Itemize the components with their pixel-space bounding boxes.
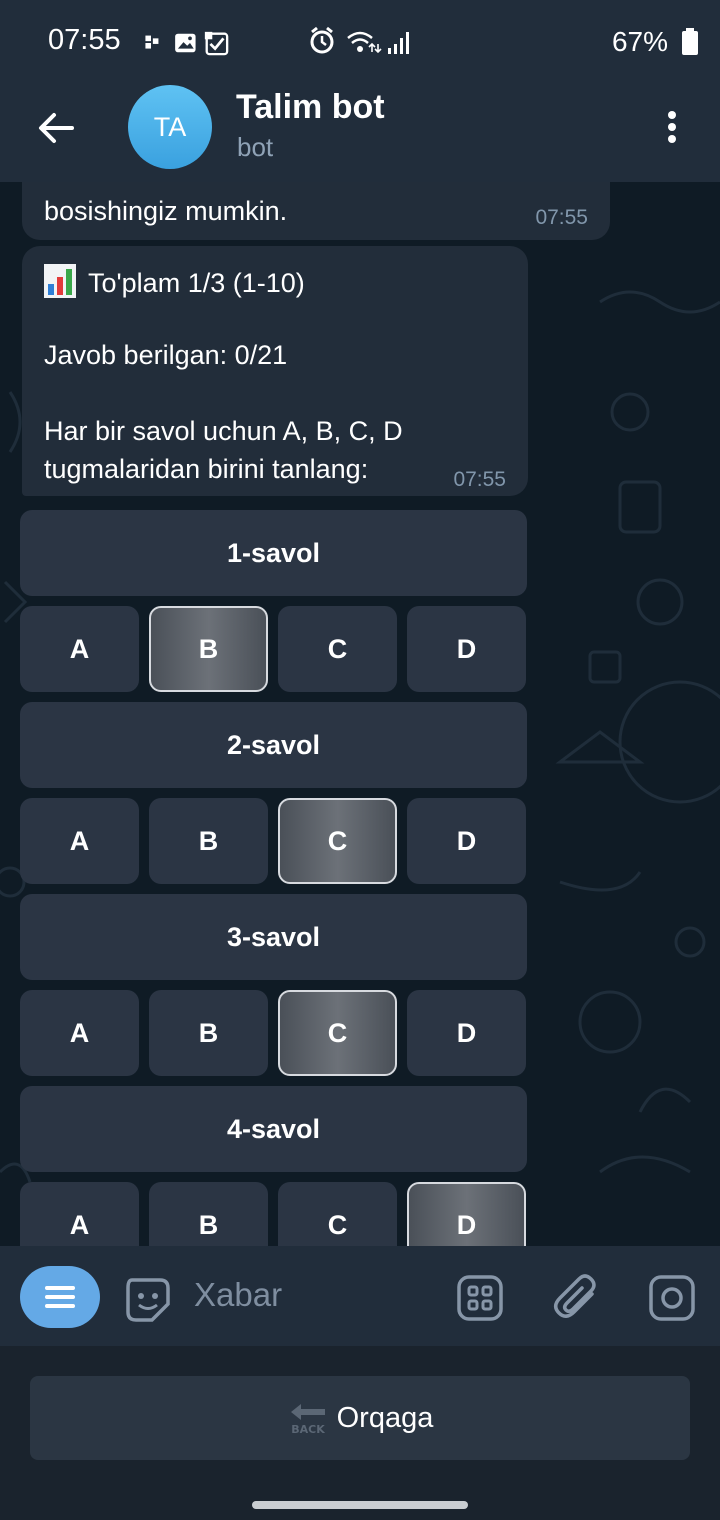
camera-icon[interactable] [648,1274,696,1322]
instruction-line: tugmalaridan birini tanlang: [44,454,369,484]
question-button-4[interactable]: 4-savol [20,1086,527,1172]
battery-icon [682,28,698,55]
message-input[interactable]: Xabar [194,1276,282,1314]
svg-text:BACK: BACK [291,1423,325,1436]
answer-button-2b[interactable]: B [149,798,268,884]
answer-button-1a[interactable]: A [20,606,139,692]
answer-button-4c[interactable]: C [278,1182,397,1246]
checkbox-notification-icon [204,31,229,56]
notification-icons [145,31,229,56]
message-input-bar: Xabar [0,1246,720,1346]
answer-button-3c-selected[interactable]: C [278,990,397,1076]
status-time: 07:55 [48,24,121,56]
answer-button-3d[interactable]: D [407,990,526,1076]
answer-button-2c-selected[interactable]: C [278,798,397,884]
gallery-icon [175,33,196,53]
reply-keyboard: BACK Orqaga [0,1346,720,1492]
bar-chart-icon [44,264,76,298]
message-time: 07:55 [535,206,588,229]
home-gesture-pill[interactable] [252,1501,468,1509]
message-title: To'plam 1/3 (1-10) [88,268,305,298]
back-arrow-emoji-icon: BACK [290,1404,325,1436]
battery-percentage: 67% [611,26,668,57]
answer-button-4b[interactable]: B [149,1182,268,1246]
status-right: 67% [300,24,720,60]
back-arrow-icon[interactable] [34,106,78,150]
hamburger-menu-icon [45,1286,75,1308]
question-button-1[interactable]: 1-savol [20,510,527,596]
answer-button-3b[interactable]: B [149,990,268,1076]
answer-button-4a[interactable]: A [20,1182,139,1246]
wifi-icon [347,31,382,54]
system-status-icons [310,26,409,54]
chat-header: TA Talim bot bot [0,85,720,182]
question-button-3[interactable]: 3-savol [20,894,527,980]
message-bubble: To'plam 1/3 (1-10) Javob berilgan: 0/21 … [22,246,528,496]
message-text: bosishingiz mumkin. [44,196,288,226]
chat-title[interactable]: Talim bot [236,88,385,127]
chat-area[interactable]: bosishingiz mumkin. 07:55 To'plam 1/3 (1… [0,182,720,1246]
sticker-icon[interactable] [124,1276,172,1324]
signal-icon [388,32,409,54]
answer-button-1b-selected[interactable]: B [149,606,268,692]
alarm-icon [310,26,334,54]
status-bar: 07:55 67% [0,0,720,86]
answer-button-3a[interactable]: A [20,990,139,1076]
answer-button-2d[interactable]: D [407,798,526,884]
question-button-2[interactable]: 2-savol [20,702,527,788]
answer-button-1c[interactable]: C [278,606,397,692]
orqaga-button[interactable]: BACK Orqaga [30,1376,690,1460]
more-options-icon[interactable] [660,108,684,148]
notification-dots-icon [145,35,159,49]
avatar[interactable]: TA [128,85,212,169]
message-bubble: bosishingiz mumkin. 07:55 [22,182,610,240]
orqaga-label: Orqaga [336,1401,434,1434]
answered-count: Javob berilgan: 0/21 [44,340,288,370]
bot-menu-button[interactable] [20,1266,100,1328]
telegram-chat-screen: 07:55 67% TA Talim bot bot bosishingiz m… [0,0,720,1520]
system-nav-bar [0,1492,720,1520]
message-time: 07:55 [453,468,506,491]
answer-button-2a[interactable]: A [20,798,139,884]
answer-button-1d[interactable]: D [407,606,526,692]
instruction-line: Har bir savol uchun A, B, C, D [44,416,403,446]
chat-subtitle: bot [237,132,274,162]
message-title-line: To'plam 1/3 (1-10) [44,264,305,299]
attach-paperclip-icon[interactable] [552,1272,600,1322]
answer-button-4d-selected[interactable]: D [407,1182,526,1246]
bot-commands-icon[interactable] [456,1274,504,1322]
